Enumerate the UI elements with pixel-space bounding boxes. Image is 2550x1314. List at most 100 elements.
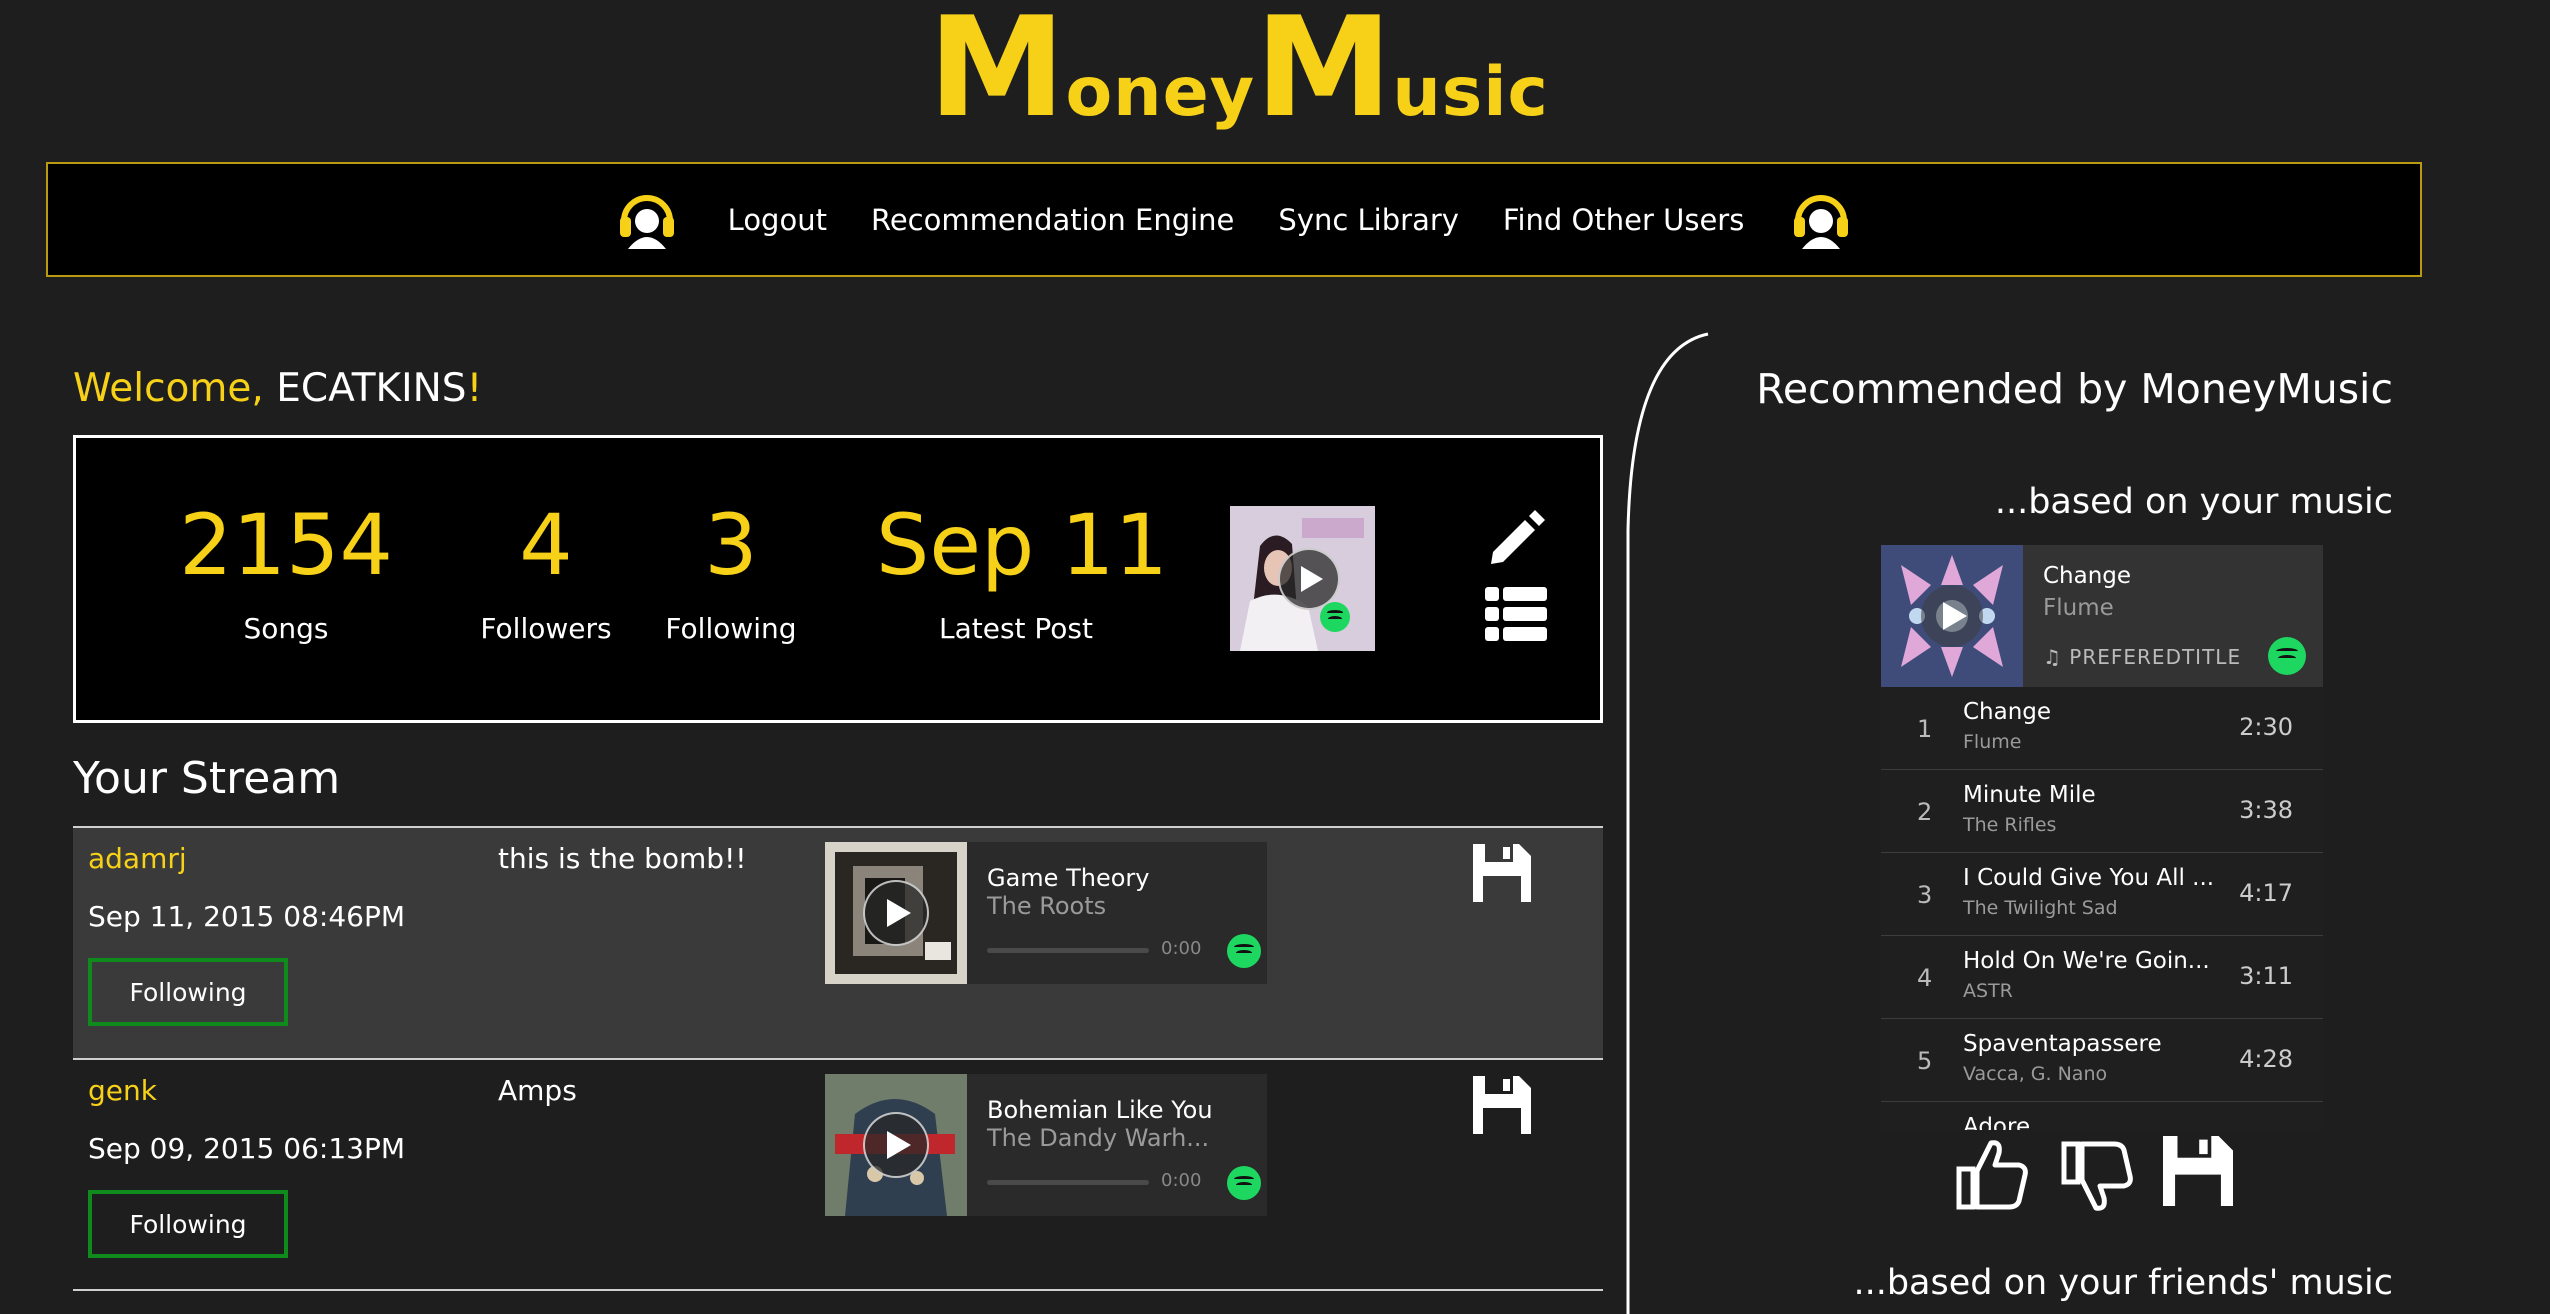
based-on-friends-music-heading: ...based on your friends' music: [1853, 1263, 2393, 1303]
stat-following-label: Following: [665, 612, 797, 645]
nav-find-other-users[interactable]: Find Other Users: [1503, 203, 1744, 237]
headphones-icon: [619, 194, 674, 249]
playlist-track-title: Change: [2043, 563, 2132, 589]
stat-following[interactable]: 3 Following: [641, 500, 821, 645]
stat-followers[interactable]: 4 Followers: [456, 500, 636, 645]
track-artist: Vacca, G. Nano: [1963, 1063, 2108, 1085]
spotify-playlist-widget[interactable]: Change Flume ♫ PREFEREDTITLE 1 Change Fl…: [1881, 545, 2323, 1130]
following-button[interactable]: Following: [88, 958, 288, 1026]
stat-songs-label: Songs: [243, 612, 329, 645]
based-on-your-music-heading: ...based on your music: [1994, 482, 2393, 522]
playlist-track[interactable]: 1 Change Flume 2:30: [1881, 687, 2323, 770]
spotify-icon[interactable]: [1227, 1166, 1261, 1200]
nav-logout[interactable]: Logout: [728, 203, 827, 237]
stream-post: genk Sep 09, 2015 06:13PM Following Amps…: [73, 1058, 1603, 1290]
floppy-disk-icon[interactable]: [1473, 844, 1531, 902]
track-artist: Flume: [1963, 731, 2022, 753]
track-artist: The Dandy Warh...: [987, 1124, 1210, 1152]
stat-latest-post: Sep 11 Latest Post: [876, 496, 1168, 645]
floppy-disk-icon[interactable]: [2163, 1136, 2233, 1206]
welcome-prefix: Welcome,: [73, 366, 277, 411]
welcome-username: ECATKINS: [276, 366, 467, 411]
post-date: Sep 11, 2015 08:46PM: [88, 900, 405, 933]
playlist-track[interactable]: 5 Spaventapassere Vacca, G. Nano 4:28: [1881, 1019, 2323, 1102]
stat-following-value: 3: [704, 496, 758, 594]
album-art: [1881, 545, 2023, 687]
track-artist: ASTR: [1963, 980, 2013, 1002]
recommended-heading: Recommended by MoneyMusic: [1756, 365, 2393, 413]
list-icon[interactable]: [1485, 587, 1547, 643]
pencil-icon[interactable]: [1485, 506, 1547, 568]
welcome-heading: Welcome, ECATKINS!: [73, 366, 482, 411]
track-duration: 4:28: [2239, 1045, 2293, 1073]
post-comment: this is the bomb!!: [498, 842, 747, 875]
progress-bar[interactable]: [987, 948, 1149, 953]
nav-sync-library[interactable]: Sync Library: [1278, 203, 1459, 237]
logo-m2: M: [1255, 0, 1393, 148]
floppy-disk-icon[interactable]: [1473, 1076, 1531, 1134]
track-title: Change: [1963, 699, 2052, 725]
post-comment: Amps: [498, 1074, 577, 1107]
welcome-suffix: !: [466, 366, 483, 411]
track-number: 5: [1917, 1047, 1933, 1075]
track-title: Minute Mile: [1963, 782, 2096, 808]
playlist-track[interactable]: 4 Hold On We're Goin... ASTR 3:11: [1881, 936, 2323, 1019]
spotify-icon[interactable]: [2268, 637, 2306, 675]
track-number: 2: [1917, 798, 1933, 826]
track-title: I Could Give You All ...: [1963, 865, 2215, 891]
section-divider-arc: [1626, 332, 1709, 1314]
following-button[interactable]: Following: [88, 1190, 288, 1258]
progress-bar[interactable]: [987, 1180, 1149, 1185]
track-duration: 3:11: [2239, 962, 2293, 990]
track-number: 1: [1917, 715, 1933, 743]
headphones-icon: [1794, 194, 1849, 249]
stats-panel: 2154 Songs 4 Followers 3 Following Sep 1…: [73, 435, 1603, 723]
post-username[interactable]: adamrj: [88, 842, 187, 875]
spotify-icon[interactable]: [1227, 934, 1261, 968]
thumbs-down-icon[interactable]: [2060, 1140, 2136, 1216]
playlist-header: Change Flume ♫ PREFEREDTITLE: [1881, 545, 2323, 687]
latest-post-album-art[interactable]: [1230, 506, 1375, 651]
track-artist: The Twilight Sad: [1963, 897, 2118, 919]
playlist-name: PREFEREDTITLE: [2069, 645, 2242, 669]
stream-title: Your Stream: [73, 753, 341, 804]
app-logo[interactable]: MoneyMusic: [0, 0, 2477, 150]
thumbs-up-icon[interactable]: [1955, 1135, 2031, 1211]
stream-divider: [73, 1289, 1603, 1291]
play-icon[interactable]: [863, 880, 929, 946]
spotify-player[interactable]: Bohemian Like You The Dandy Warh... 0:00: [825, 1074, 1267, 1216]
playlist-track[interactable]: 6 Adore: [1881, 1102, 2323, 1130]
playlist-title: ♫ PREFEREDTITLE: [2043, 645, 2241, 669]
track-number: 3: [1917, 881, 1933, 909]
play-icon[interactable]: [1921, 585, 1983, 647]
post-username[interactable]: genk: [88, 1074, 157, 1107]
stat-songs-value: 2154: [179, 496, 393, 594]
track-title: Hold On We're Goin...: [1963, 948, 2210, 974]
spotify-player[interactable]: Game Theory The Roots 0:00: [825, 842, 1267, 984]
playlist-track-artist: Flume: [2043, 595, 2114, 621]
spotify-icon: [1320, 602, 1350, 632]
play-icon[interactable]: [863, 1112, 929, 1178]
track-title: Bohemian Like You: [987, 1096, 1213, 1124]
stat-songs: 2154 Songs: [146, 500, 426, 645]
track-time: 0:00: [1161, 1170, 1202, 1191]
nav-bar: Logout Recommendation Engine Sync Librar…: [46, 162, 2422, 277]
stat-latest-value: Sep 11: [876, 496, 1168, 594]
track-title: Game Theory: [987, 864, 1150, 892]
post-date: Sep 09, 2015 06:13PM: [88, 1132, 405, 1165]
track-artist: The Rifles: [1963, 814, 2057, 836]
playlist-track[interactable]: 2 Minute Mile The Rifles 3:38: [1881, 770, 2323, 853]
track-time: 0:00: [1161, 938, 1202, 959]
track-duration: 2:30: [2239, 713, 2293, 741]
album-art: [825, 1074, 967, 1216]
track-title: Adore: [1963, 1114, 2031, 1130]
play-icon[interactable]: [1278, 548, 1340, 610]
stat-followers-label: Followers: [480, 612, 612, 645]
track-duration: 4:17: [2239, 879, 2293, 907]
nav-recommendation-engine[interactable]: Recommendation Engine: [871, 203, 1234, 237]
music-note-icon: ♫: [2043, 645, 2062, 669]
playlist-track[interactable]: 3 I Could Give You All ... The Twilight …: [1881, 853, 2323, 936]
track-artist: The Roots: [987, 892, 1107, 920]
track-title: Spaventapassere: [1963, 1031, 2162, 1057]
stat-latest-label: Latest Post: [938, 612, 1093, 645]
